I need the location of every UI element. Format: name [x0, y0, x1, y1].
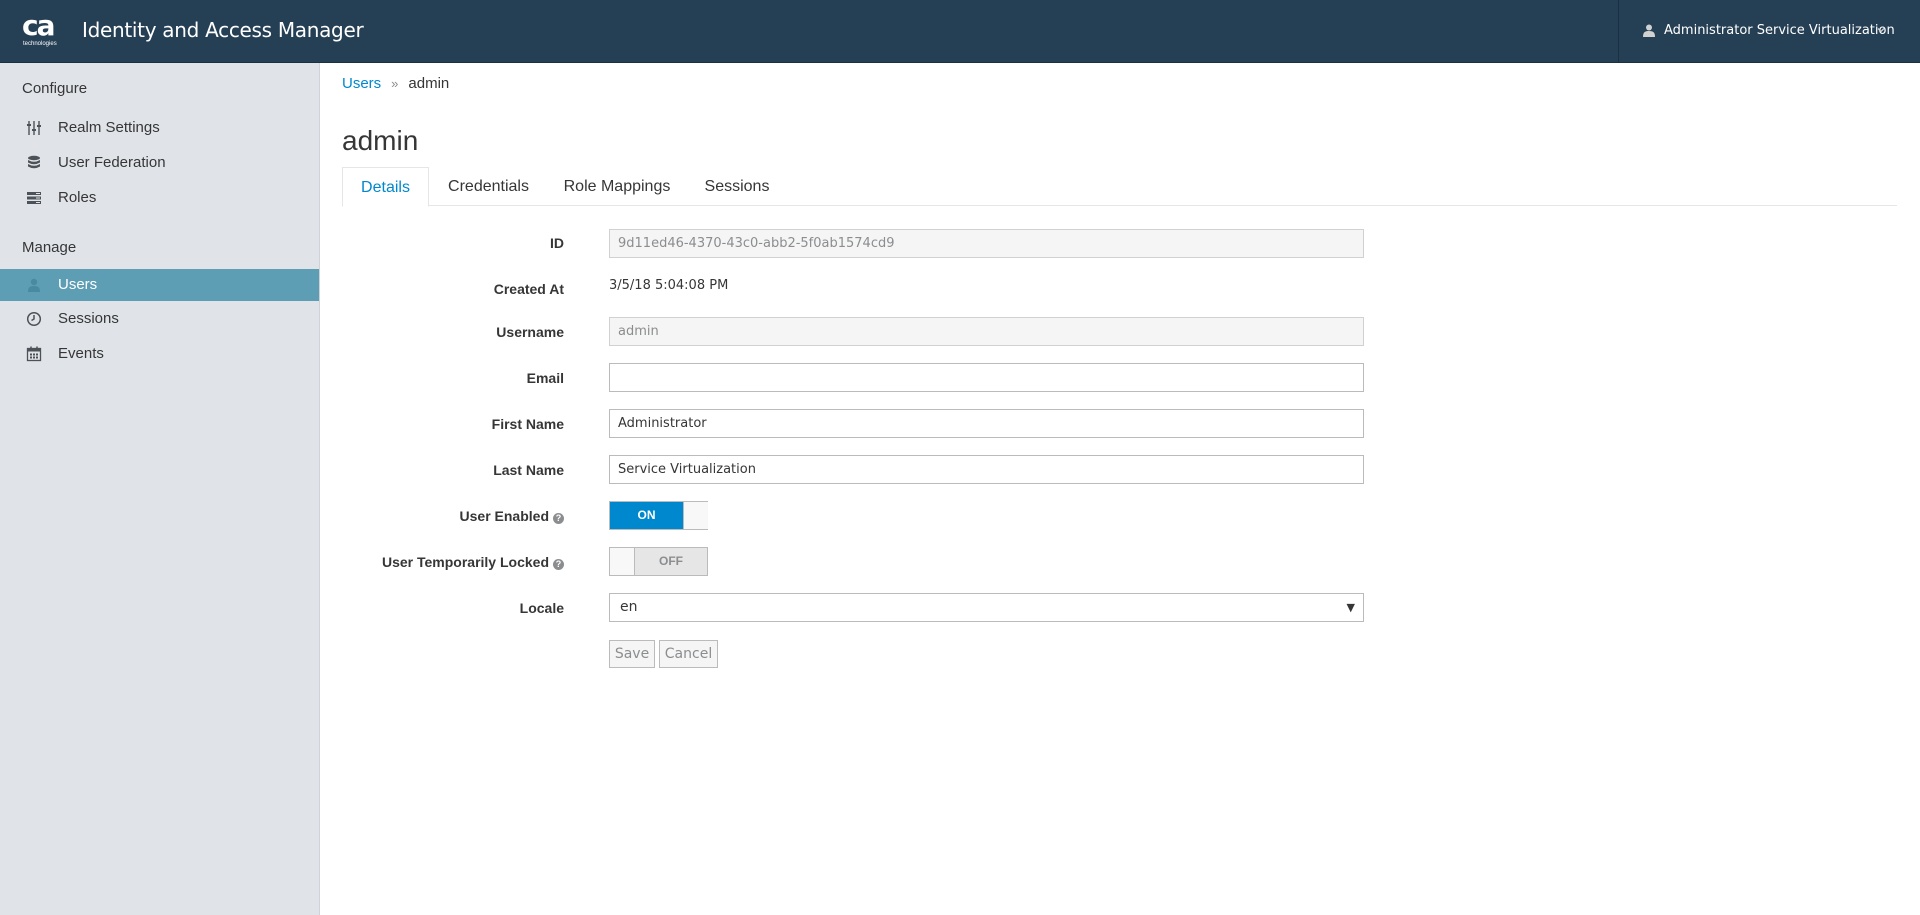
temp-locked-label-text: User Temporarily Locked — [381, 554, 549, 570]
sliders-icon — [27, 121, 41, 135]
database-icon — [28, 155, 40, 169]
calendar-icon — [26, 346, 42, 362]
cancel-button[interactable]: Cancel — [659, 640, 718, 668]
sidebar-item-realm-settings[interactable]: Realm Settings — [0, 112, 319, 144]
logo-text: ca — [22, 9, 55, 42]
tab-bar: Details Credentials Role Mappings Sessio… — [342, 167, 1897, 207]
toggle-knob — [683, 502, 708, 529]
tab-credentials[interactable]: Credentials — [439, 167, 538, 206]
breadcrumb-users-link[interactable]: Users — [342, 75, 381, 92]
tab-sessions[interactable]: Sessions — [697, 167, 777, 206]
sidebar-item-label: Events — [58, 345, 104, 362]
user-icon — [1643, 24, 1655, 37]
email-label: Email — [526, 370, 564, 386]
user-name: Administrator Service Virtualization — [1664, 23, 1895, 38]
username-label: Username — [496, 324, 564, 340]
sidebar-item-label: Roles — [58, 189, 97, 206]
last-name-label: Last Name — [493, 462, 564, 478]
chevron-down-icon — [1877, 28, 1885, 33]
created-at-value: 3/5/18 5:04:08 PM — [609, 278, 729, 293]
created-at-label: Created At — [493, 281, 564, 297]
id-label: ID — [550, 235, 564, 251]
caret-down-icon: ▼ — [1346, 601, 1355, 614]
logo-subtext: technologies — [23, 41, 57, 47]
breadcrumb-current: admin — [408, 75, 450, 92]
save-button[interactable]: Save — [609, 640, 655, 668]
user-enabled-label-text: User Enabled — [459, 508, 549, 524]
app-title: Identity and Access Manager — [82, 18, 364, 42]
sidebar-item-user-federation[interactable]: User Federation — [0, 147, 319, 179]
username-field[interactable]: admin — [609, 317, 1364, 346]
user-menu-dropdown[interactable]: Administrator Service Virtualization — [1618, 0, 1920, 63]
locale-label: Locale — [519, 600, 564, 616]
sidebar: Configure Realm Settings User Federation… — [0, 63, 320, 915]
breadcrumb-separator: » — [391, 76, 399, 91]
top-navbar: ca technologies Identity and Access Mana… — [0, 0, 1920, 63]
tab-details[interactable]: Details — [342, 167, 429, 207]
user-enabled-label: User Enabled? — [0, 507, 564, 525]
toggle-knob — [610, 548, 635, 575]
page-title: admin — [342, 125, 419, 156]
locale-select[interactable]: en ▼ — [609, 593, 1364, 622]
user-enabled-toggle[interactable]: ON — [609, 501, 708, 530]
toggle-on-label: ON — [610, 502, 683, 529]
first-name-label: First Name — [491, 416, 564, 432]
sidebar-item-label: User Federation — [58, 154, 166, 171]
id-field[interactable]: 9d11ed46-4370-43c0-abb2-5f0ab1574cd9 — [609, 229, 1364, 258]
ca-logo[interactable]: ca technologies — [22, 12, 64, 50]
list-icon — [27, 192, 41, 204]
locale-selected-value: en — [620, 599, 638, 615]
tab-role-mappings[interactable]: Role Mappings — [554, 167, 680, 206]
last-name-field[interactable]: Service Virtualization — [609, 455, 1364, 484]
first-name-field[interactable]: Administrator — [609, 409, 1364, 438]
sidebar-item-roles[interactable]: Roles — [0, 182, 319, 214]
temp-locked-label: User Temporarily Locked? — [0, 553, 564, 571]
help-icon[interactable]: ? — [553, 559, 564, 570]
temp-locked-toggle[interactable]: OFF — [609, 547, 708, 576]
sidebar-item-label: Realm Settings — [58, 119, 160, 136]
toggle-off-label: OFF — [635, 548, 707, 575]
help-icon[interactable]: ? — [553, 513, 564, 524]
email-field[interactable] — [609, 363, 1364, 392]
sidebar-item-events[interactable]: Events — [0, 338, 319, 370]
sidebar-group-configure: Configure — [22, 80, 88, 97]
breadcrumb: Users » admin — [342, 75, 449, 93]
